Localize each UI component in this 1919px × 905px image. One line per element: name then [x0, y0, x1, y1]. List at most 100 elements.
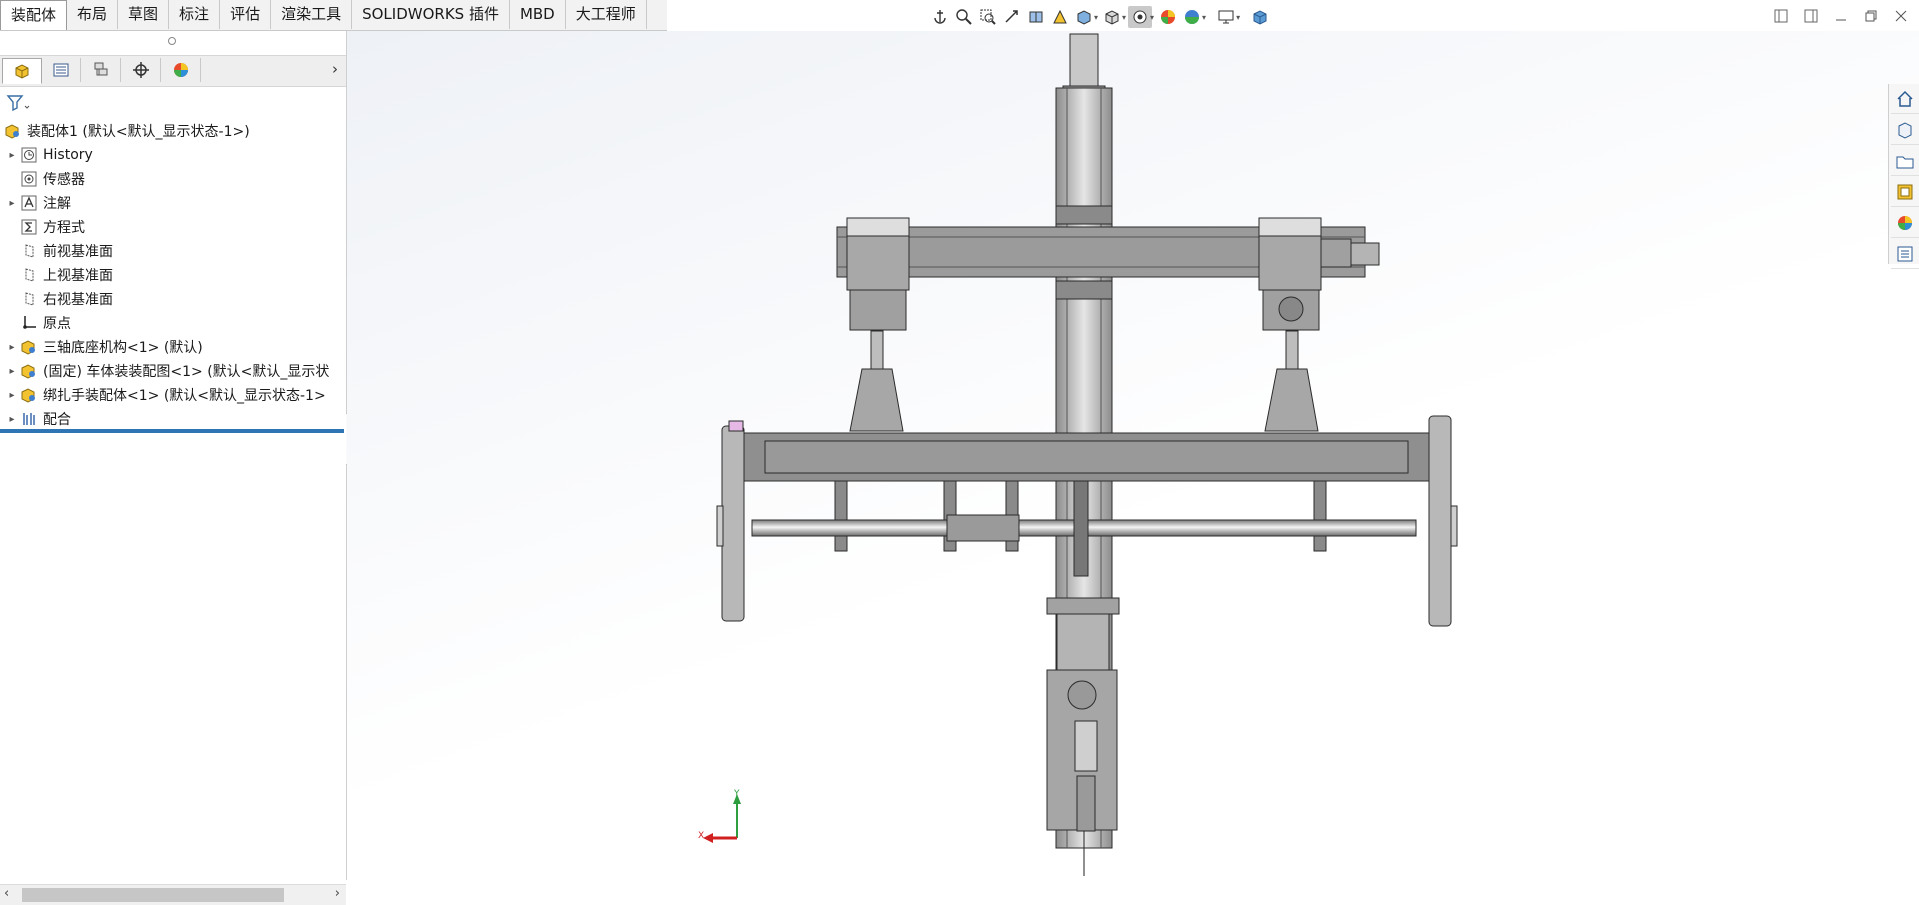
- tab-evaluate[interactable]: 评估: [220, 0, 272, 29]
- expand-arrow-icon[interactable]: ▸: [6, 366, 18, 377]
- view-orientation-icon[interactable]: [1072, 6, 1096, 28]
- feature-tree-icon: [15, 64, 29, 79]
- crosshair-icon: [133, 62, 149, 78]
- feature-manager-tab[interactable]: [2, 58, 42, 84]
- design-library-icon[interactable]: [1891, 116, 1919, 145]
- expand-arrow-icon[interactable]: ▸: [6, 342, 18, 353]
- tree-item-label: 原点: [43, 316, 71, 332]
- tree-item-label: 绑扎手装配体<1> (默认<默认_显示状态-1>: [43, 388, 326, 404]
- property-manager-tab[interactable]: [42, 58, 81, 82]
- tree-item-vehicle-body[interactable]: ▸ (固定) 车体装装配图<1> (默认<默认_显示状: [0, 360, 346, 382]
- tile-right-icon[interactable]: [1801, 6, 1821, 26]
- display-style-icon[interactable]: [1100, 6, 1124, 28]
- tree-item-triaxial-base[interactable]: ▸ 三轴底座机构<1> (默认): [0, 336, 346, 358]
- panel-grip-handle[interactable]: [168, 37, 176, 45]
- zoom-to-fit-icon[interactable]: [952, 6, 976, 28]
- zoom-area-icon[interactable]: [976, 6, 1000, 28]
- view-palette-icon[interactable]: [1891, 178, 1919, 207]
- chevron-down-icon[interactable]: ▾: [1122, 13, 1126, 22]
- chevron-down-icon[interactable]: ▾: [1094, 13, 1098, 22]
- 3d-view-cube-icon[interactable]: [1248, 6, 1272, 28]
- scroll-right-icon[interactable]: ›: [335, 886, 340, 901]
- previous-view-icon[interactable]: [1000, 6, 1024, 28]
- chevron-down-icon[interactable]: ▾: [1150, 13, 1154, 22]
- tree-item-history[interactable]: ▸ History: [0, 144, 346, 166]
- custom-properties-icon[interactable]: [1891, 240, 1919, 269]
- property-list-icon: [53, 63, 69, 77]
- display-manager-tab[interactable]: [162, 58, 201, 82]
- expand-arrow-icon[interactable]: ▸: [6, 390, 18, 401]
- tree-item-label: History: [43, 147, 93, 163]
- tree-item-right-plane[interactable]: 右视基准面: [0, 288, 346, 310]
- plane-icon: [20, 267, 38, 283]
- tab-markup[interactable]: 标注: [169, 0, 221, 29]
- tree-item-label: 传感器: [43, 172, 85, 188]
- axis-triad-icon: Y X: [698, 789, 741, 843]
- scroll-left-icon[interactable]: ‹: [4, 886, 9, 901]
- solidworks-resources-icon[interactable]: [1891, 85, 1919, 114]
- apply-scene-icon[interactable]: [1180, 6, 1204, 28]
- subassembly-icon: [20, 387, 38, 403]
- view-settings-icon[interactable]: [1214, 6, 1238, 28]
- tree-item-root-assembly[interactable]: 装配体1 (默认<默认_显示状态-1>): [0, 120, 346, 142]
- assembly-model[interactable]: [347, 31, 1919, 880]
- hide-show-items-icon[interactable]: [1128, 6, 1153, 28]
- filter-bar: [0, 89, 346, 117]
- appearance-sphere-icon: [174, 63, 188, 77]
- assembly-icon: [4, 123, 22, 139]
- section-view-icon[interactable]: [1024, 6, 1048, 28]
- close-icon[interactable]: [1891, 6, 1911, 26]
- tree-item-label: 注解: [43, 196, 71, 212]
- tree-item-sensors[interactable]: 传感器: [0, 168, 346, 190]
- appearances-scenes-icon[interactable]: [1891, 209, 1919, 238]
- tree-item-annotations[interactable]: ▸ 注解: [0, 192, 346, 214]
- tab-solidworks-addins[interactable]: SOLIDWORKS 插件: [352, 0, 510, 29]
- y-axis-label: Y: [733, 789, 740, 799]
- tab-render-tools[interactable]: 渲染工具: [271, 0, 353, 29]
- dynamic-annotation-icon[interactable]: [1048, 6, 1072, 28]
- tree-item-label: 上视基准面: [43, 268, 113, 284]
- anchor-icon[interactable]: [928, 6, 952, 28]
- command-manager-tabs: 装配体 布局 草图 标注 评估 渲染工具 SOLIDWORKS 插件 MBD 大…: [0, 0, 667, 31]
- dimxpert-manager-tab[interactable]: [122, 58, 161, 82]
- expand-arrow-icon[interactable]: ▸: [6, 150, 18, 161]
- file-explorer-icon[interactable]: [1891, 147, 1919, 176]
- chevron-down-icon[interactable]: ▾: [1202, 13, 1206, 22]
- expand-arrow-icon[interactable]: ▸: [6, 198, 18, 209]
- history-icon: [20, 147, 38, 163]
- tile-left-icon[interactable]: [1771, 6, 1791, 26]
- chevron-right-icon[interactable]: ›: [332, 60, 338, 78]
- manager-tabs: ›: [0, 55, 346, 87]
- chevron-down-icon[interactable]: ▾: [1236, 13, 1240, 22]
- tab-big-engineer[interactable]: 大工程师: [566, 0, 647, 29]
- filter-icon[interactable]: [6, 93, 30, 113]
- tree-item-binding-hand[interactable]: ▸ 绑扎手装配体<1> (默认<默认_显示状态-1>: [0, 384, 346, 406]
- tree-item-mates[interactable]: ▸ 配合: [0, 408, 346, 430]
- plane-icon: [20, 291, 38, 307]
- tab-mbd[interactable]: MBD: [510, 0, 566, 29]
- tab-layout[interactable]: 布局: [67, 0, 119, 29]
- expand-arrow-icon[interactable]: ▸: [6, 414, 18, 425]
- restore-icon[interactable]: [1861, 6, 1881, 26]
- sensor-icon: [20, 171, 38, 187]
- tree-item-front-plane[interactable]: 前视基准面: [0, 240, 346, 262]
- tree-item-label: 右视基准面: [43, 292, 113, 308]
- horizontal-scrollbar[interactable]: ‹ ›: [0, 884, 346, 905]
- tab-sketch[interactable]: 草图: [118, 0, 170, 29]
- configuration-manager-tab[interactable]: [82, 58, 121, 82]
- heads-up-view-toolbar: ▾ ▾ ▾ ▾ ▾: [928, 4, 1272, 30]
- x-axis-label: X: [698, 831, 704, 841]
- tree-item-label: 配合: [43, 412, 71, 428]
- scrollbar-thumb[interactable]: [22, 888, 284, 902]
- tree-item-equations[interactable]: 方程式: [0, 216, 346, 238]
- graphics-area[interactable]: Y X: [347, 31, 1919, 880]
- equations-icon: [20, 219, 38, 235]
- tree-selection-bar: [0, 429, 344, 433]
- feature-manager-panel: › 装配体1 (默认<默认_显示状态-1>) ▸ History 传感器 ▸ 注…: [0, 31, 347, 905]
- tree-item-top-plane[interactable]: 上视基准面: [0, 264, 346, 286]
- edit-appearance-icon[interactable]: [1156, 6, 1180, 28]
- origin-icon: [20, 315, 38, 331]
- tree-item-origin[interactable]: 原点: [0, 312, 346, 334]
- minimize-icon[interactable]: [1831, 6, 1851, 26]
- tab-assembly[interactable]: 装配体: [0, 0, 68, 30]
